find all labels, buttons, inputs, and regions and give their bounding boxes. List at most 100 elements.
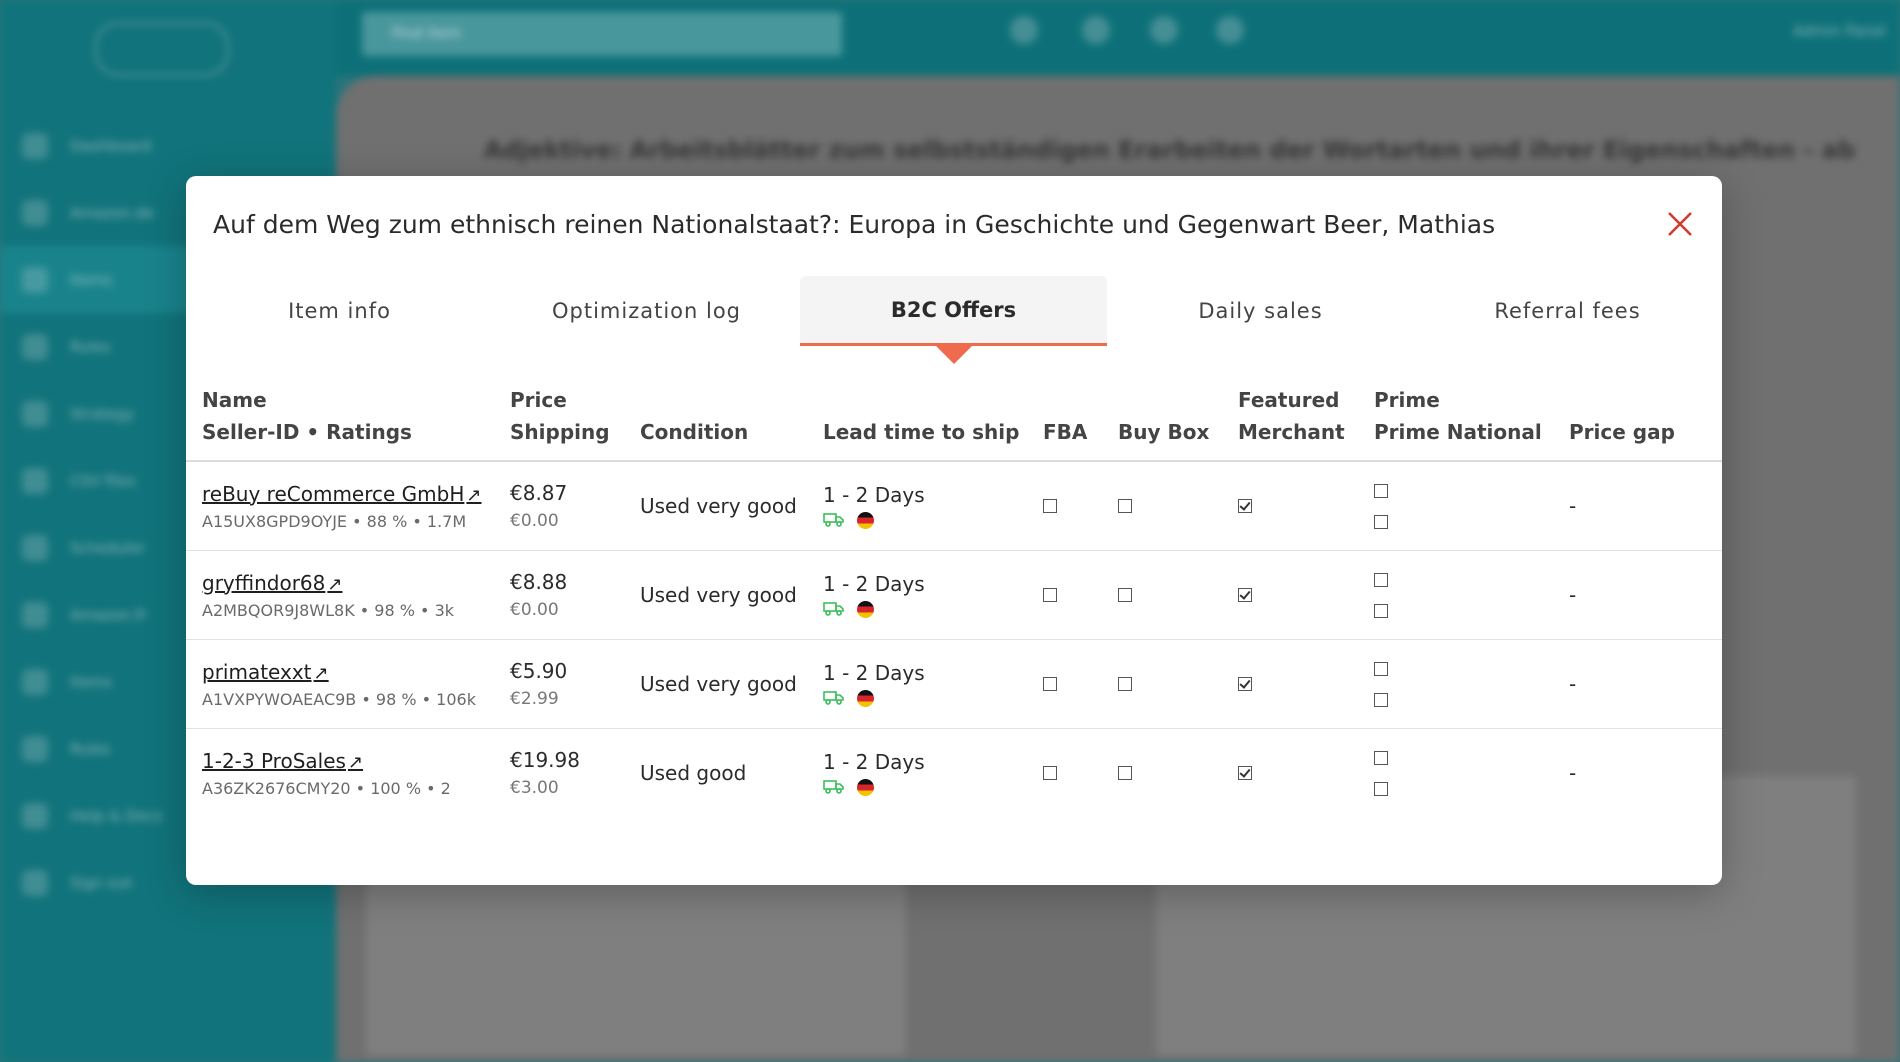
cell-prime: [1358, 639, 1553, 729]
germany-flag-icon: [857, 511, 874, 529]
featured-merchant-checkbox[interactable]: [1238, 588, 1252, 602]
modal-title: Auf dem Weg zum ethnisch reinen National…: [213, 210, 1496, 239]
price-gap-value: -: [1569, 583, 1577, 607]
cell-featured: [1222, 461, 1358, 551]
featured-merchant-checkbox[interactable]: [1238, 677, 1252, 691]
price-value: €8.87: [510, 481, 568, 505]
table-row: reBuy reCommerce GmbH ↗ A15UX8GPD9OYJE • …: [186, 461, 1722, 551]
external-link-icon: ↗: [327, 573, 343, 595]
fba-checkbox[interactable]: [1043, 766, 1057, 780]
tab-referral-fees[interactable]: Referral fees: [1414, 276, 1721, 346]
featured-merchant-checkbox[interactable]: [1238, 499, 1252, 513]
col-name: Name Seller-ID • Ratings: [186, 370, 494, 462]
col-buy-box: Buy Box: [1102, 370, 1222, 462]
close-icon: [1668, 212, 1692, 236]
cell-buy-box: [1102, 639, 1222, 729]
cell-buy-box: [1102, 550, 1222, 640]
price-value: €8.88: [510, 570, 568, 594]
seller-id-ratings: A15UX8GPD9OYJE • 88 % • 1.7M: [202, 511, 467, 531]
cell-price: €8.88 €0.00: [494, 550, 624, 640]
tab-item-info[interactable]: Item info: [186, 276, 493, 346]
close-button[interactable]: [1662, 206, 1698, 242]
col-fba: FBA: [1027, 370, 1102, 462]
prime-checkbox[interactable]: [1374, 483, 1388, 498]
truck-icon: [823, 602, 844, 616]
cell-fba: [1027, 550, 1102, 640]
price-value: €5.90: [510, 659, 568, 683]
col-price: Price Shipping: [494, 370, 624, 462]
cell-condition: Used very good: [624, 639, 807, 729]
cell-price: €5.90 €2.99: [494, 639, 624, 729]
cell-seller: primatexxt ↗ A1VXPYWOAEAC9B • 98 % • 106k: [186, 639, 494, 729]
cell-price: €19.98 €3.00: [494, 729, 624, 818]
cell-seller: gryffindor68 ↗ A2MBQOR9J8WL8K • 98 % • 3k: [186, 550, 494, 640]
col-condition: Condition: [624, 370, 807, 462]
cell-fba: [1027, 461, 1102, 551]
seller-id-ratings: A2MBQOR9J8WL8K • 98 % • 3k: [202, 600, 455, 620]
prime-national-checkbox[interactable]: [1374, 781, 1388, 796]
cell-prime: [1358, 729, 1553, 818]
cell-buy-box: [1102, 461, 1222, 551]
prime-national-checkbox[interactable]: [1374, 692, 1388, 707]
lead-time-value: 1 - 2 Days: [823, 572, 925, 596]
buy-box-checkbox[interactable]: [1118, 766, 1132, 780]
price-gap-value: -: [1569, 494, 1577, 518]
cell-condition: Used very good: [624, 550, 807, 640]
seller-link[interactable]: primatexxt ↗: [202, 660, 329, 684]
seller-link[interactable]: gryffindor68 ↗: [202, 571, 342, 595]
cell-seller: reBuy reCommerce GmbH ↗ A15UX8GPD9OYJE • …: [186, 461, 494, 551]
col-featured-merchant: Featured Merchant: [1222, 370, 1358, 462]
cell-price-gap: -: [1553, 550, 1722, 640]
truck-icon: [823, 780, 844, 794]
cell-fba: [1027, 639, 1102, 729]
table-row: 1-2-3 ProSales ↗ A36ZK2676CMY20 • 100 % •…: [186, 729, 1722, 818]
prime-national-checkbox[interactable]: [1374, 514, 1388, 529]
cell-lead-time: 1 - 2 Days: [807, 639, 1027, 729]
price-value: €19.98: [510, 748, 580, 772]
buy-box-checkbox[interactable]: [1118, 499, 1132, 513]
external-link-icon: ↗: [466, 484, 482, 506]
truck-icon: [823, 691, 844, 705]
cell-featured: [1222, 729, 1358, 818]
table-row: gryffindor68 ↗ A2MBQOR9J8WL8K • 98 % • 3k…: [186, 550, 1722, 640]
cell-prime: [1358, 461, 1553, 551]
cell-featured: [1222, 639, 1358, 729]
shipping-value: €3.00: [510, 778, 559, 798]
prime-checkbox[interactable]: [1374, 572, 1388, 587]
cell-prime: [1358, 550, 1553, 640]
cell-fba: [1027, 729, 1102, 818]
cell-featured: [1222, 550, 1358, 640]
germany-flag-icon: [857, 778, 874, 796]
cell-condition: Used very good: [624, 461, 807, 551]
seller-link[interactable]: 1-2-3 ProSales ↗: [202, 749, 363, 773]
offers-modal: Auf dem Weg zum ethnisch reinen National…: [186, 176, 1722, 885]
seller-link[interactable]: reBuy reCommerce GmbH ↗: [202, 482, 482, 506]
offers-table: Name Seller-ID • Ratings Price Shipping Co…: [186, 370, 1722, 817]
active-tab-caret-icon: [935, 346, 972, 364]
cell-price: €8.87 €0.00: [494, 461, 624, 551]
germany-flag-icon: [857, 689, 874, 707]
cell-price-gap: -: [1553, 639, 1722, 729]
buy-box-checkbox[interactable]: [1118, 677, 1132, 691]
fba-checkbox[interactable]: [1043, 588, 1057, 602]
featured-merchant-checkbox[interactable]: [1238, 766, 1252, 780]
fba-checkbox[interactable]: [1043, 677, 1057, 691]
external-link-icon: ↗: [347, 751, 364, 773]
seller-id-ratings: A36ZK2676CMY20 • 100 % • 2: [202, 778, 451, 798]
buy-box-checkbox[interactable]: [1118, 588, 1132, 602]
tab-optimization-log[interactable]: Optimization log: [493, 276, 800, 346]
tab-b2c-offers[interactable]: B2C Offers: [800, 276, 1107, 364]
fba-checkbox[interactable]: [1043, 499, 1057, 513]
prime-checkbox[interactable]: [1374, 661, 1388, 676]
col-prime: Prime Prime National: [1358, 370, 1553, 462]
col-lead-time: Lead time to ship: [807, 370, 1027, 462]
cell-price-gap: -: [1553, 729, 1722, 818]
tab-daily-sales[interactable]: Daily sales: [1107, 276, 1414, 346]
prime-national-checkbox[interactable]: [1374, 603, 1388, 618]
price-gap-value: -: [1569, 761, 1577, 785]
col-price-gap: Price gap: [1553, 370, 1722, 462]
lead-time-value: 1 - 2 Days: [823, 750, 925, 774]
prime-checkbox[interactable]: [1374, 750, 1388, 765]
external-link-icon: ↗: [313, 662, 329, 684]
table-row: primatexxt ↗ A1VXPYWOAEAC9B • 98 % • 106k…: [186, 639, 1722, 729]
